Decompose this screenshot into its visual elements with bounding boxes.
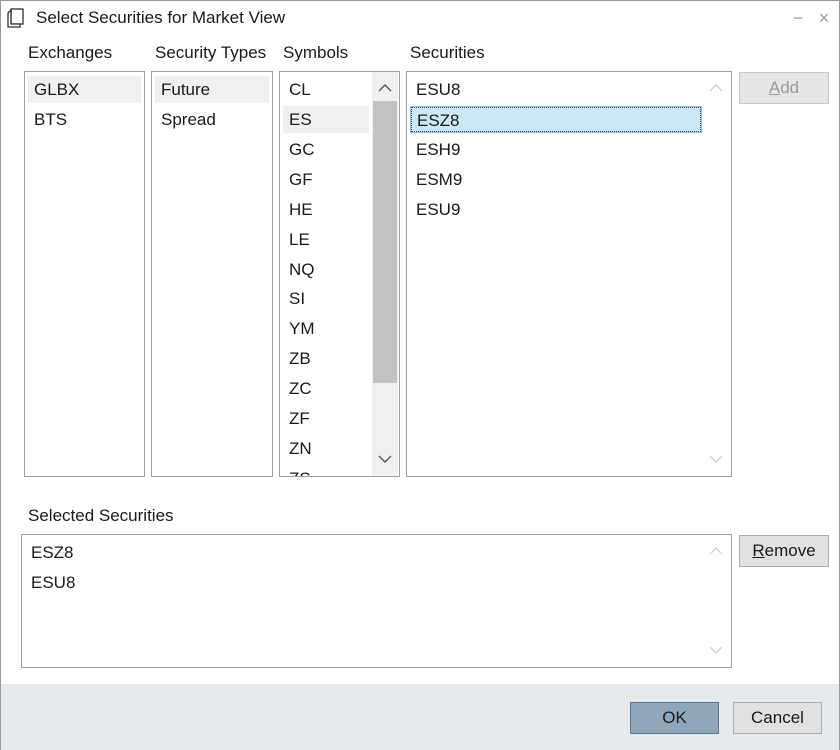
symbol-item[interactable]: SI [283,285,369,312]
scroll-down-arrow-icon[interactable] [703,641,729,661]
securities-scrollbar[interactable] [703,72,729,476]
symbols-list[interactable]: CL ES GC GF HE LE NQ SI YM ZB ZC ZF ZN Z… [279,71,400,477]
symbols-scroll-thumb[interactable] [373,101,397,383]
security-item[interactable]: ESU8 [410,76,702,103]
security-item-selected[interactable]: ESZ8 [410,106,702,133]
symbol-item[interactable]: HE [283,196,369,223]
security-type-item-future[interactable]: Future [155,76,269,103]
symbol-item[interactable]: GC [283,136,369,163]
scroll-down-arrow-icon[interactable] [703,450,729,470]
window-copy-icon [5,7,27,29]
securities-label: Securities [410,43,485,62]
selected-securities-list[interactable]: ESZ8 ESU8 [21,534,732,668]
scroll-up-arrow-icon[interactable] [703,541,729,561]
scroll-up-arrow-icon[interactable] [372,78,398,98]
symbol-item[interactable]: NQ [283,256,369,283]
securities-list[interactable]: ESU8 ESZ8 ESH9 ESM9 ESU9 [406,71,732,477]
selected-securities-scrollbar[interactable] [703,535,729,667]
security-types-label: Security Types [155,43,267,62]
security-type-item-spread[interactable]: Spread [155,106,269,133]
symbol-item[interactable]: GF [283,166,369,193]
minimize-button[interactable]: − [787,7,809,29]
title-bar: Select Securities for Market View − × [1,1,839,35]
exchanges-label: Exchanges [28,43,113,62]
symbol-item[interactable]: ZC [283,375,369,402]
symbols-label: Symbols [283,43,349,62]
dialog-footer: OK Cancel [1,684,839,750]
cancel-button[interactable]: Cancel [733,702,822,734]
ok-button[interactable]: OK [630,702,719,734]
remove-button-rest: emove [764,541,816,560]
window-title: Select Securities for Market View [36,8,286,27]
symbol-item[interactable]: ZF [283,405,369,432]
security-item[interactable]: ESM9 [410,166,702,193]
scroll-up-arrow-icon[interactable] [703,78,729,98]
selected-securities-label: Selected Securities [28,506,174,525]
symbol-item[interactable]: CL [283,76,369,103]
add-button-rest: dd [780,78,800,97]
security-item[interactable]: ESH9 [410,136,702,163]
add-button[interactable]: Add [739,72,829,104]
symbol-item[interactable]: ES [283,106,369,133]
symbol-item[interactable]: ZS [283,465,369,476]
selected-security-item[interactable]: ESZ8 [25,539,701,566]
close-button[interactable]: × [813,7,835,29]
add-button-mnemonic: A [768,78,781,97]
exchange-item-bts[interactable]: BTS [28,106,141,133]
remove-button[interactable]: Remove [739,535,829,567]
scroll-down-arrow-icon[interactable] [372,450,398,470]
select-securities-dialog: Select Securities for Market View − × Ex… [0,0,840,750]
symbol-item[interactable]: ZB [283,345,369,372]
exchange-item-glbx[interactable]: GLBX [28,76,141,103]
symbols-scrollbar[interactable] [372,72,398,476]
symbol-item[interactable]: YM [283,315,369,342]
exchanges-list[interactable]: GLBX BTS [24,71,145,477]
selected-security-item[interactable]: ESU8 [25,569,701,596]
security-types-list[interactable]: Future Spread [151,71,273,477]
remove-button-mnemonic: R [752,541,765,560]
security-item[interactable]: ESU9 [410,196,702,223]
symbol-item[interactable]: LE [283,226,369,253]
symbol-item[interactable]: ZN [283,435,369,462]
